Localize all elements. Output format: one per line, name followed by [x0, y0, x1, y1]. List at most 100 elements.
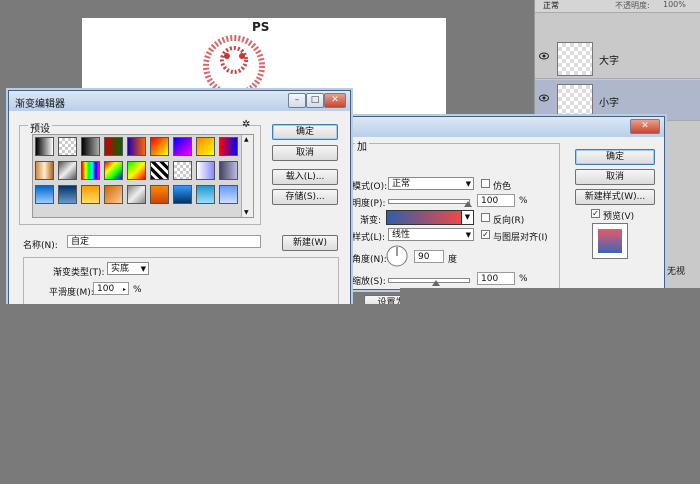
- dialog-title: 渐变编辑器: [15, 99, 65, 110]
- gradient-type-select[interactable]: 实底 ▼: [107, 262, 149, 275]
- preset-scrollbar[interactable]: ▲ ▼: [241, 135, 253, 217]
- presets-group: 预设 ✲ ▲ ▼: [19, 119, 261, 225]
- preset-swatch[interactable]: [35, 137, 54, 156]
- ok-button[interactable]: 确定: [575, 149, 655, 165]
- scale-slider-handle[interactable]: [432, 280, 440, 286]
- layers-topbar: 正常 不透明度: 100%: [535, 0, 700, 13]
- chevron-down-icon[interactable]: ▼: [244, 209, 249, 216]
- scale-label: 缩放(S):: [352, 277, 386, 287]
- preset-swatch[interactable]: [81, 137, 100, 156]
- opacity-slider-handle[interactable]: [464, 201, 472, 207]
- ok-button[interactable]: 确定: [272, 124, 338, 140]
- chevron-down-icon[interactable]: ▼: [461, 210, 474, 225]
- chevron-down-icon: ▼: [465, 231, 471, 239]
- preview-label: 预览(V): [603, 212, 635, 222]
- preset-swatch[interactable]: [81, 161, 100, 180]
- reverse-label: 反向(R): [493, 216, 525, 226]
- preset-swatch[interactable]: [104, 185, 123, 204]
- layer-thumbnail: [557, 84, 593, 118]
- minimize-button[interactable]: –: [288, 93, 306, 108]
- smoothness-label: 平滑度(M):: [49, 288, 94, 298]
- opacity-field[interactable]: 100: [477, 194, 515, 207]
- cancel-button[interactable]: 取消: [575, 169, 655, 185]
- new-style-button[interactable]: 新建样式(W)...: [575, 189, 655, 205]
- smoothness-field[interactable]: 100 ▸: [93, 282, 129, 295]
- gear-icon[interactable]: ✲: [242, 119, 250, 130]
- cancel-button[interactable]: 取消: [272, 145, 338, 161]
- angle-field[interactable]: 90: [414, 250, 444, 263]
- chevron-down-icon: ▼: [465, 180, 471, 188]
- style-select[interactable]: 线性 ▼: [388, 228, 474, 241]
- opacity-value[interactable]: 100%: [663, 0, 686, 9]
- preset-swatch[interactable]: [127, 137, 146, 156]
- save-button[interactable]: 存储(S)...: [272, 189, 338, 205]
- new-button[interactable]: 新建(W): [282, 235, 338, 251]
- layer-thumbnail: [557, 42, 593, 76]
- gradient-type-label: 渐变类型(T):: [53, 268, 105, 278]
- align-checkbox[interactable]: ✓: [481, 230, 490, 239]
- eye-icon[interactable]: [539, 52, 549, 60]
- blend-mode-label: 模式(O):: [352, 182, 388, 192]
- close-button[interactable]: ✕: [630, 119, 660, 134]
- name-input[interactable]: 自定: [67, 235, 261, 248]
- layer-style-titlebar[interactable]: ✕: [346, 117, 664, 137]
- preset-swatch[interactable]: [219, 137, 238, 156]
- angle-label: 角度(N):: [352, 255, 387, 265]
- preset-swatch[interactable]: [219, 161, 238, 180]
- dither-label: 仿色: [493, 182, 512, 192]
- gradient-editor-titlebar[interactable]: 渐变编辑器 – □ ✕: [9, 91, 350, 111]
- close-button[interactable]: ✕: [324, 93, 346, 108]
- layer-name: 小字: [599, 98, 619, 109]
- opacity-label: 明度(P):: [352, 199, 386, 209]
- preset-swatch[interactable]: [196, 185, 215, 204]
- name-label: 名称(N):: [23, 241, 58, 251]
- preset-swatch[interactable]: [196, 161, 215, 180]
- preset-swatch[interactable]: [150, 185, 169, 204]
- preset-swatch[interactable]: [104, 137, 123, 156]
- layer-style-dialog: ✕ 加 模式(O): 正常 ▼ 仿色 明度(P): 100 % 渐变: ▼ 反向…: [345, 116, 665, 311]
- angle-dial-icon[interactable]: [386, 245, 408, 267]
- cropped-region: [0, 304, 700, 484]
- preset-swatch[interactable]: [81, 185, 100, 204]
- preset-swatch[interactable]: [173, 185, 192, 204]
- preset-swatch[interactable]: [173, 137, 192, 156]
- preset-swatch[interactable]: [196, 137, 215, 156]
- preset-swatch[interactable]: [58, 185, 77, 204]
- preset-swatch[interactable]: [104, 161, 123, 180]
- scale-slider[interactable]: [388, 278, 470, 283]
- opacity-label: 不透明度:: [615, 1, 650, 10]
- layers-partial-label: 无视: [667, 267, 686, 277]
- eye-icon[interactable]: [539, 94, 549, 102]
- chevron-up-icon[interactable]: ▲: [244, 136, 249, 143]
- layer-row[interactable]: 大字: [535, 38, 700, 79]
- preset-swatch[interactable]: [127, 161, 146, 180]
- chevron-right-icon[interactable]: ▸: [123, 283, 126, 296]
- preset-swatch[interactable]: [173, 161, 192, 180]
- preset-swatch[interactable]: [219, 185, 238, 204]
- maximize-button[interactable]: □: [306, 93, 324, 108]
- preset-swatch[interactable]: [35, 185, 54, 204]
- preset-swatch[interactable]: [58, 161, 77, 180]
- smoothness-unit: %: [133, 285, 142, 295]
- gradient-editor-dialog: 渐变编辑器 – □ ✕ 预设 ✲ ▲ ▼ 确定 取消 载入(L)... 存储(S…: [8, 90, 351, 319]
- scale-field[interactable]: 100: [477, 272, 515, 285]
- blend-mode-value: 正常: [392, 179, 411, 189]
- dither-checkbox[interactable]: [481, 179, 490, 188]
- preset-swatch[interactable]: [150, 161, 169, 180]
- layer-row[interactable]: 小字: [535, 80, 700, 121]
- opacity-slider[interactable]: [388, 199, 470, 204]
- smoothness-value: 100: [97, 284, 115, 294]
- align-label: 与图层对齐(I): [493, 233, 548, 243]
- gradient-type-value: 实底: [111, 264, 130, 274]
- preset-swatch[interactable]: [35, 161, 54, 180]
- blend-mode-select[interactable]: 正常: [543, 0, 559, 11]
- blend-mode-select[interactable]: 正常 ▼: [388, 177, 474, 190]
- reverse-checkbox[interactable]: [481, 213, 490, 222]
- style-preview-swatch: [598, 229, 622, 253]
- load-button[interactable]: 载入(L)...: [272, 169, 338, 185]
- gradient-preview-bar[interactable]: [386, 210, 462, 225]
- preset-swatch[interactable]: [150, 137, 169, 156]
- preset-swatch[interactable]: [127, 185, 146, 204]
- preset-swatch[interactable]: [58, 137, 77, 156]
- preview-checkbox[interactable]: ✓: [591, 209, 600, 218]
